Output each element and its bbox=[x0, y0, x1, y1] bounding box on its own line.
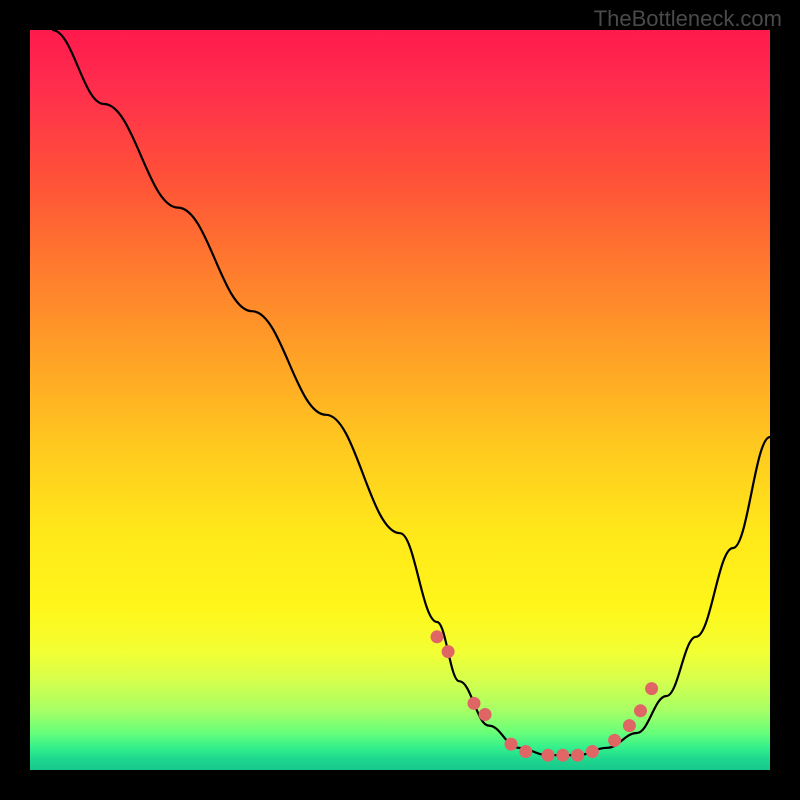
marker-point bbox=[586, 745, 599, 758]
marker-point bbox=[505, 738, 518, 751]
watermark-text: TheBottleneck.com bbox=[594, 6, 782, 32]
marker-point bbox=[442, 645, 455, 658]
marker-point bbox=[479, 708, 492, 721]
marker-point bbox=[468, 697, 481, 710]
marker-group bbox=[431, 630, 659, 761]
marker-point bbox=[431, 630, 444, 643]
marker-point bbox=[542, 749, 555, 762]
chart-svg bbox=[30, 30, 770, 770]
marker-point bbox=[556, 749, 569, 762]
marker-point bbox=[571, 749, 584, 762]
chart-plot-area bbox=[30, 30, 770, 770]
marker-point bbox=[519, 745, 532, 758]
marker-point bbox=[623, 719, 636, 732]
curve-line bbox=[52, 30, 770, 755]
marker-point bbox=[634, 704, 647, 717]
marker-point bbox=[608, 734, 621, 747]
marker-point bbox=[645, 682, 658, 695]
